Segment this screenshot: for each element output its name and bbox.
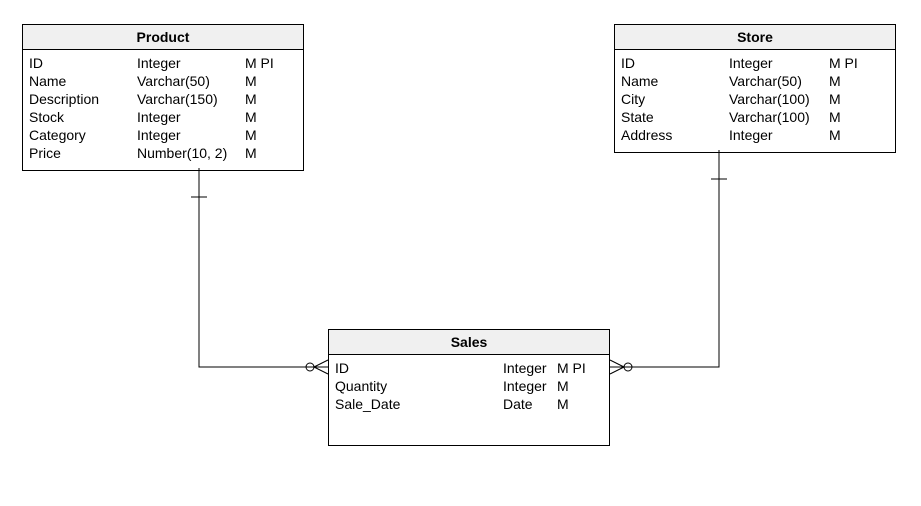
attr-row: Stock Integer M: [29, 108, 297, 126]
attr-flags: M: [829, 90, 841, 108]
attr-row: State Varchar(100) M: [621, 108, 889, 126]
attr-flags: M: [829, 108, 841, 126]
attr-type: Integer: [729, 54, 829, 72]
attr-flags: M: [245, 90, 257, 108]
attr-row: ID Integer M PI: [29, 54, 297, 72]
attr-name: State: [621, 108, 729, 126]
attr-flags: M: [557, 377, 569, 395]
attr-name: Stock: [29, 108, 137, 126]
attr-type: Integer: [503, 377, 557, 395]
attr-name: Name: [621, 72, 729, 90]
attr-row: Name Varchar(50) M: [621, 72, 889, 90]
attr-row: Address Integer M: [621, 126, 889, 144]
entity-title-sales: Sales: [329, 330, 609, 355]
attr-name: Category: [29, 126, 137, 144]
attr-flags: M: [245, 144, 257, 162]
attr-type: Integer: [137, 54, 245, 72]
attr-name: Sale_Date: [335, 395, 503, 413]
entity-product: Product ID Integer M PI Name Varchar(50)…: [22, 24, 304, 171]
attr-type: Date: [503, 395, 557, 413]
entity-title-store: Store: [615, 25, 895, 50]
entity-store: Store ID Integer M PI Name Varchar(50) M…: [614, 24, 896, 153]
attr-type: Integer: [137, 108, 245, 126]
attr-row: Price Number(10, 2) M: [29, 144, 297, 162]
entity-body-product: ID Integer M PI Name Varchar(50) M Descr…: [23, 50, 303, 170]
attr-row: Description Varchar(150) M: [29, 90, 297, 108]
entity-sales: Sales ID Integer M PI Quantity Integer M…: [328, 329, 610, 446]
attr-name: Name: [29, 72, 137, 90]
attr-flags: M: [829, 126, 841, 144]
attr-flags: M: [829, 72, 841, 90]
attr-name: Quantity: [335, 377, 503, 395]
attr-row: Name Varchar(50) M: [29, 72, 297, 90]
attr-flags: M: [557, 395, 569, 413]
attr-type: Integer: [729, 126, 829, 144]
attr-name: Address: [621, 126, 729, 144]
attr-name: ID: [621, 54, 729, 72]
attr-type: Varchar(100): [729, 90, 829, 108]
entity-body-sales: ID Integer M PI Quantity Integer M Sale_…: [329, 355, 609, 445]
attr-row: Category Integer M: [29, 126, 297, 144]
attr-name: ID: [29, 54, 137, 72]
attr-type: Varchar(50): [729, 72, 829, 90]
attr-row: Sale_Date Date M: [335, 395, 603, 413]
entity-title-product: Product: [23, 25, 303, 50]
entity-body-store: ID Integer M PI Name Varchar(50) M City …: [615, 50, 895, 152]
attr-type: Varchar(150): [137, 90, 245, 108]
attr-name: ID: [335, 359, 503, 377]
attr-row: ID Integer M PI: [621, 54, 889, 72]
attr-row: Quantity Integer M: [335, 377, 603, 395]
attr-name: Price: [29, 144, 137, 162]
attr-name: Description: [29, 90, 137, 108]
attr-type: Varchar(100): [729, 108, 829, 126]
attr-row: ID Integer M PI: [335, 359, 603, 377]
attr-flags: M PI: [557, 359, 586, 377]
attr-type: Number(10, 2): [137, 144, 245, 162]
attr-flags: M: [245, 72, 257, 90]
attr-flags: M PI: [245, 54, 274, 72]
attr-name: City: [621, 90, 729, 108]
attr-type: Integer: [137, 126, 245, 144]
attr-row: City Varchar(100) M: [621, 90, 889, 108]
attr-type: Integer: [503, 359, 557, 377]
attr-type: Varchar(50): [137, 72, 245, 90]
attr-flags: M: [245, 108, 257, 126]
attr-flags: M PI: [829, 54, 858, 72]
attr-flags: M: [245, 126, 257, 144]
